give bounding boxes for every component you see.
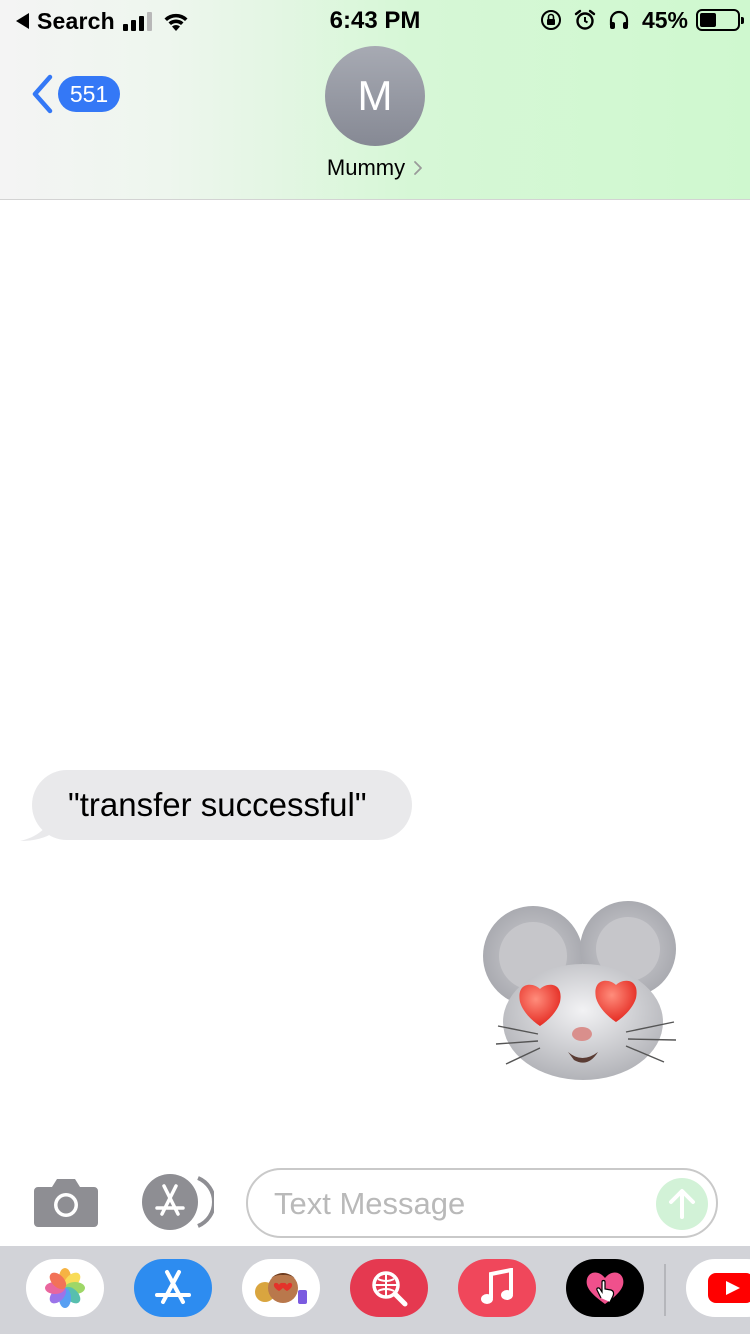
photos-app[interactable]: [26, 1259, 104, 1317]
message-bubble[interactable]: "transfer successful": [32, 770, 412, 840]
message-input-field[interactable]: [246, 1168, 718, 1238]
drawer-divider: [664, 1264, 666, 1316]
headphones-icon: [609, 10, 629, 29]
status-bar: Search 6:43 PM 45%: [0, 0, 750, 42]
send-button[interactable]: [656, 1178, 708, 1230]
camera-button[interactable]: [34, 1177, 98, 1232]
alarm-icon: [574, 9, 596, 30]
battery-fill: [700, 13, 716, 27]
camera-icon: [34, 1179, 98, 1227]
contact-info[interactable]: M Mummy: [0, 46, 750, 181]
app-store-icon: [142, 1174, 216, 1230]
app-drawer: [0, 1246, 750, 1334]
digital-touch-app[interactable]: [566, 1259, 644, 1317]
youtube-app[interactable]: [686, 1259, 750, 1317]
chevron-right-icon: [414, 161, 423, 175]
memoji-stickers-app[interactable]: [242, 1259, 320, 1317]
incoming-message[interactable]: "transfer successful": [20, 770, 412, 841]
music-app[interactable]: [458, 1259, 536, 1317]
music-note-icon: [481, 1268, 513, 1304]
orientation-lock-icon: [540, 10, 561, 30]
conversation-header: Search 6:43 PM 45% 551 M Mummy: [0, 0, 750, 200]
arrow-up-icon: [669, 1189, 695, 1219]
app-store-icon: [155, 1270, 191, 1304]
status-right: 45%: [540, 6, 744, 33]
contact-name-row[interactable]: Mummy: [327, 155, 423, 181]
mouse-memoji-sticker[interactable]: [478, 894, 688, 1084]
app-store-app[interactable]: [134, 1259, 212, 1317]
heart-touch-icon: [586, 1272, 624, 1304]
youtube-icon: [708, 1273, 750, 1303]
contact-avatar[interactable]: M: [325, 46, 425, 146]
images-search-app[interactable]: [350, 1259, 428, 1317]
memoji-icon: [255, 1273, 307, 1304]
photos-icon: [45, 1268, 85, 1308]
message-text: "transfer successful": [68, 786, 367, 823]
message-input[interactable]: [274, 1182, 644, 1226]
battery-percent: 45%: [641, 6, 688, 33]
globe-search-icon: [372, 1271, 408, 1307]
battery-icon: [696, 9, 744, 31]
app-store-button[interactable]: [140, 1174, 216, 1235]
contact-name: Mummy: [326, 155, 406, 180]
